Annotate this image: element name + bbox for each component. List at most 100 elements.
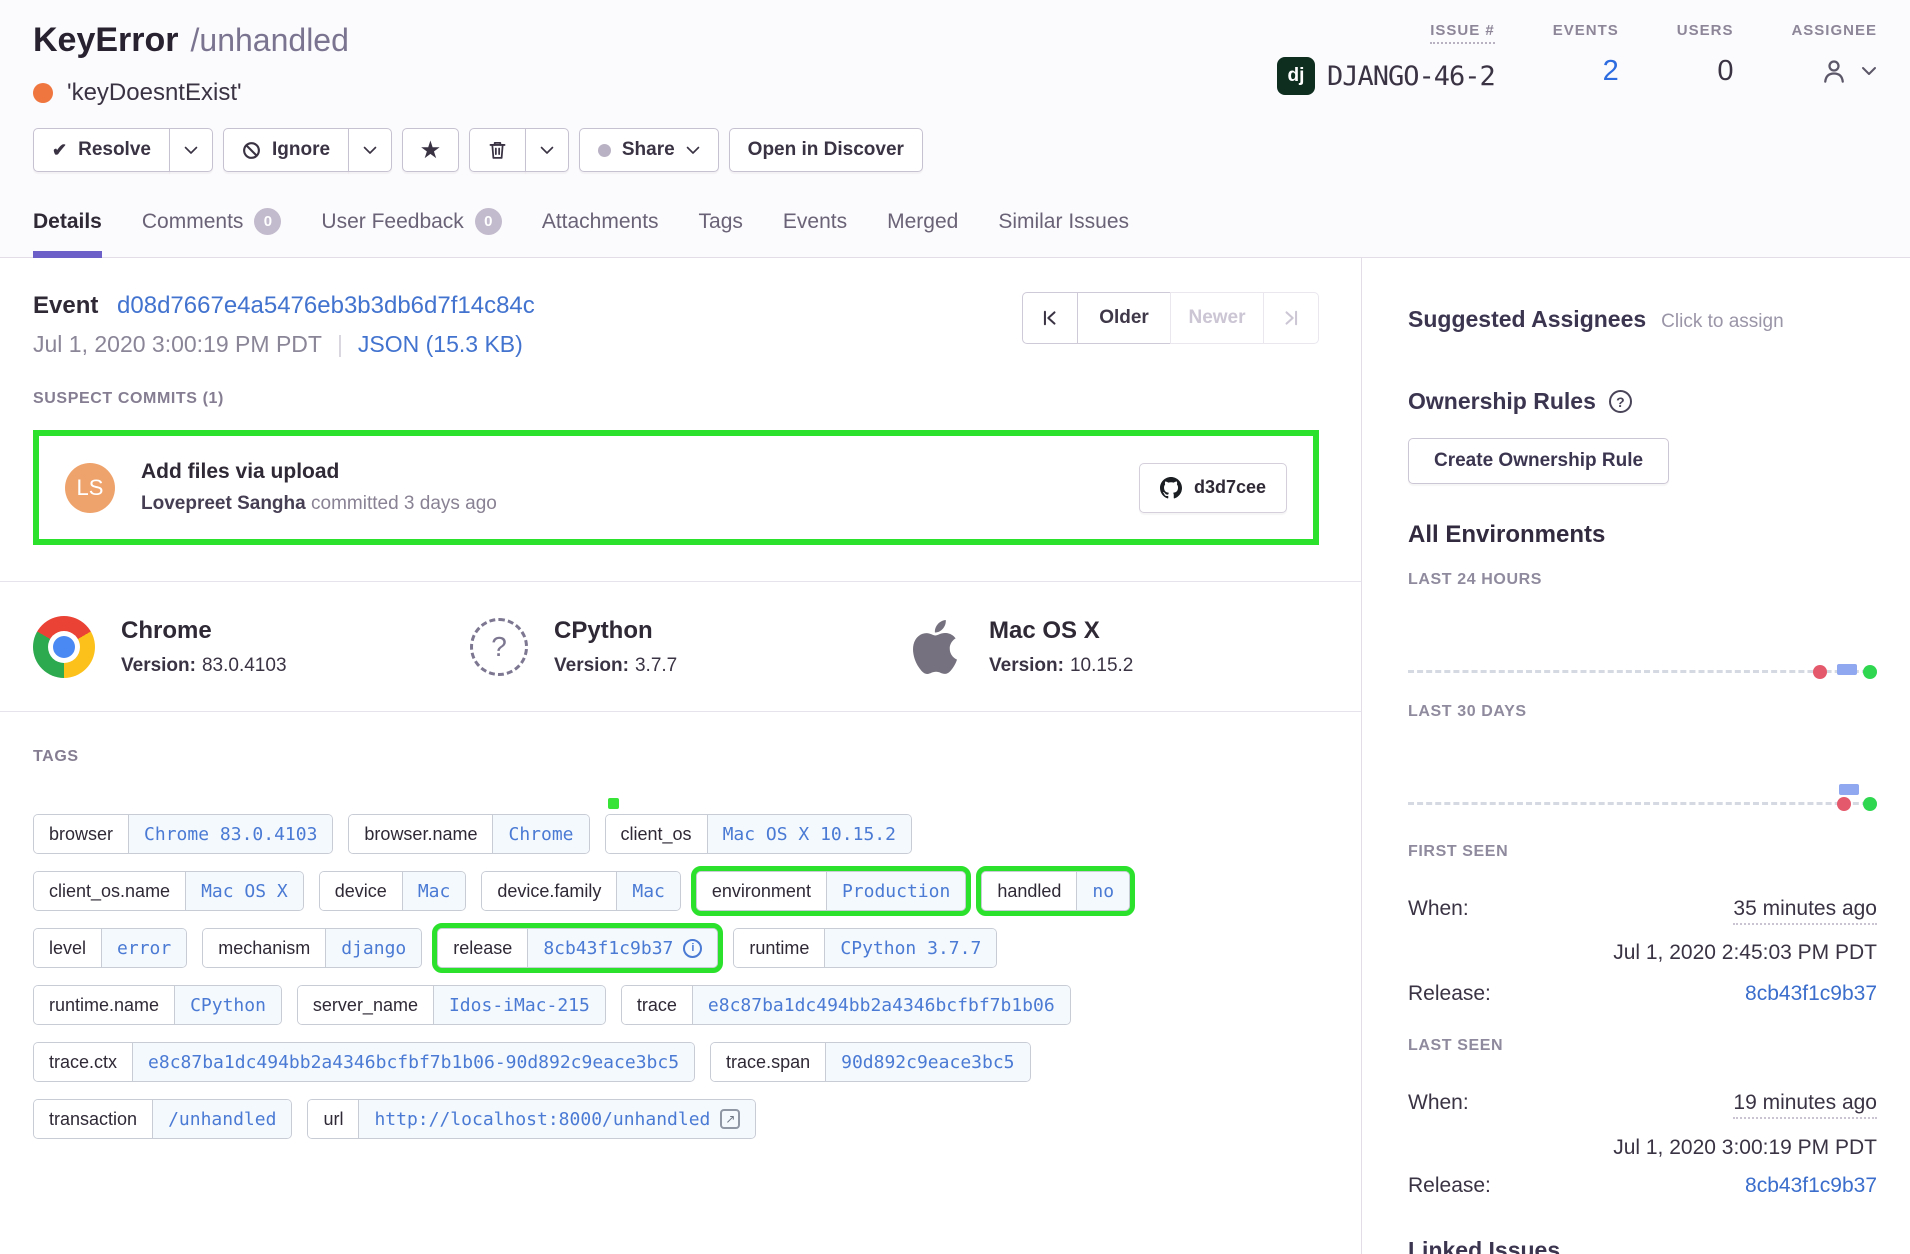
tag-key: mechanism (203, 929, 325, 967)
tag-value-link[interactable]: CPython 3.7.7 (824, 929, 996, 967)
tag-value-link[interactable]: Idos-iMac-215 (433, 986, 605, 1024)
tab-events[interactable]: Events (783, 208, 847, 258)
tag-mechanism: mechanism django (202, 928, 422, 968)
tag-rows: browser Chrome 83.0.4103 browser.name Ch… (33, 814, 1319, 1139)
help-question-icon[interactable]: ? (1609, 390, 1632, 413)
context-browser: Chrome Version:83.0.4103 (33, 616, 470, 678)
tag-key: browser (34, 815, 128, 853)
last-seen-heading: LAST SEEN (1408, 1037, 1877, 1055)
tab-merged[interactable]: Merged (887, 208, 958, 258)
event-json-link[interactable]: JSON (15.3 KB) (358, 331, 523, 358)
share-status-dot-icon (598, 144, 611, 157)
tag-row: trace.ctx e8c87ba1dc494bb2a4346bcfbf7b1b… (33, 1042, 1319, 1082)
context-name: CPython (554, 617, 677, 645)
older-event-button[interactable]: Older (1077, 292, 1171, 344)
tag-value-link[interactable]: Chrome (492, 815, 588, 853)
suggested-assignees-heading: Suggested Assignees (1408, 306, 1646, 333)
tag-value-link[interactable]: Mac (402, 872, 466, 910)
tag-browser: browser Chrome 83.0.4103 (33, 814, 333, 854)
last-24-hours-sparkline[interactable] (1408, 589, 1877, 681)
tag-transaction: transaction /unhandled (33, 1099, 292, 1139)
share-button[interactable]: Share (579, 128, 719, 172)
tag-server-name: server_name Idos-iMac-215 (297, 985, 606, 1025)
resolve-button-group: ✔ Resolve (33, 128, 213, 172)
tag-value-link[interactable]: http://localhost:8000/unhandled ↗ (358, 1100, 755, 1138)
suspect-commits-heading: SUSPECT COMMITS (1) (33, 390, 1319, 408)
users-count[interactable]: 0 (1717, 51, 1733, 91)
tag-key: runtime (734, 929, 824, 967)
annotation-green-dot (608, 798, 619, 809)
suggested-assignees: Suggested Assignees Click to assign (1408, 306, 1877, 333)
commit-sha-button[interactable]: d3d7cee (1139, 463, 1287, 513)
tab-similar-issues[interactable]: Similar Issues (998, 208, 1129, 258)
tag-trace-span: trace.span 90d892c9eace3bc5 (710, 1042, 1030, 1082)
tag-value-link[interactable]: django (325, 929, 421, 967)
users-label: USERS (1677, 22, 1734, 39)
commit-sha: d3d7cee (1194, 477, 1266, 498)
chevron-down-icon (686, 146, 700, 155)
tag-value-link[interactable]: 8cb43f1c9b37 i (527, 929, 717, 967)
tab-details[interactable]: Details (33, 208, 102, 258)
bookmark-star-button[interactable]: ★ (402, 128, 459, 172)
tab-tags[interactable]: Tags (699, 208, 743, 258)
delete-button[interactable] (469, 128, 526, 172)
delete-dropdown-button[interactable] (525, 128, 569, 172)
newer-event-button[interactable]: Newer (1170, 292, 1264, 344)
tab-attachments[interactable]: Attachments (542, 208, 659, 258)
tag-value-link[interactable]: Mac (616, 872, 680, 910)
first-seen-relative-time[interactable]: 35 minutes ago (1733, 897, 1877, 925)
tab-user-feedback[interactable]: User Feedback0 (321, 208, 501, 258)
create-ownership-rule-button[interactable]: Create Ownership Rule (1408, 438, 1669, 484)
context-version: 83.0.4103 (202, 655, 287, 676)
tag-value-link[interactable]: 90d892c9eace3bc5 (825, 1043, 1029, 1081)
stat-issue-number: ISSUE # dj DJANGO-46-2 (1277, 22, 1495, 96)
project-badge-icon: dj (1277, 57, 1315, 95)
tag-value-link[interactable]: error (101, 929, 186, 967)
error-level-dot (33, 83, 53, 103)
chevron-down-icon (540, 146, 554, 155)
tag-value-link[interactable]: Mac OS X (185, 872, 303, 910)
checkmark-icon: ✔ (52, 140, 67, 161)
tag-key: client_os.name (34, 872, 185, 910)
tag-trace-ctx: trace.ctx e8c87ba1dc494bb2a4346bcfbf7b1b… (33, 1042, 695, 1082)
tag-key: trace.span (711, 1043, 825, 1081)
error-marker-dot (1813, 665, 1827, 679)
tag-value-link[interactable]: Production (826, 872, 965, 910)
tag-value-link[interactable]: no (1076, 872, 1129, 910)
tag-value-link[interactable]: e8c87ba1dc494bb2a4346bcfbf7b1b06 (692, 986, 1070, 1024)
tag-trace: trace e8c87ba1dc494bb2a4346bcfbf7b1b06 (621, 985, 1071, 1025)
last-seen-release-link[interactable]: 8cb43f1c9b37 (1745, 1174, 1877, 1198)
ignore-dropdown-button[interactable] (348, 128, 392, 172)
tag-device: device Mac (319, 871, 467, 911)
external-link-icon[interactable]: ↗ (720, 1109, 740, 1129)
skip-to-latest-button[interactable] (1263, 292, 1319, 344)
tag-value-link[interactable]: e8c87ba1dc494bb2a4346bcfbf7b1b06-90d892c… (132, 1043, 694, 1081)
tag-value-link[interactable]: Chrome 83.0.4103 (128, 815, 332, 853)
tag-runtime: runtime CPython 3.7.7 (733, 928, 997, 968)
ignore-button[interactable]: Ignore (223, 128, 349, 172)
when-label: When: (1408, 1091, 1469, 1115)
event-id-link[interactable]: d08d7667e4a5476eb3b3db6d7f14c84c (117, 292, 535, 319)
oldest-event-button[interactable] (1022, 292, 1078, 344)
open-in-discover-button[interactable]: Open in Discover (729, 128, 923, 172)
last-30-days-sparkline[interactable] (1408, 721, 1877, 813)
suspect-commits-section: SUSPECT COMMITS (1) LS Add files via upl… (0, 390, 1361, 582)
tag-value-link[interactable]: CPython (174, 986, 281, 1024)
all-environments-heading: All Environments (1408, 521, 1877, 549)
info-icon[interactable]: i (683, 939, 702, 958)
assignee-selector[interactable] (1819, 51, 1877, 91)
tab-comments[interactable]: Comments0 (142, 208, 282, 258)
tag-value-link[interactable]: /unhandled (152, 1100, 291, 1138)
first-seen-release-link[interactable]: 8cb43f1c9b37 (1745, 982, 1877, 1006)
issue-number-value[interactable]: dj DJANGO-46-2 (1277, 56, 1495, 96)
resolve-button[interactable]: ✔ Resolve (33, 128, 170, 172)
issue-culprit: /unhandled (191, 22, 349, 58)
when-label: When: (1408, 897, 1469, 921)
tag-value-link[interactable]: Mac OS X 10.15.2 (707, 815, 911, 853)
issue-sidebar: Suggested Assignees Click to assign Owne… (1362, 258, 1910, 1254)
last-seen-relative-time[interactable]: 19 minutes ago (1733, 1091, 1877, 1119)
tag-key: runtime.name (34, 986, 174, 1024)
events-count[interactable]: 2 (1603, 51, 1619, 91)
resolve-dropdown-button[interactable] (169, 128, 213, 172)
stat-events: EVENTS 2 (1553, 22, 1619, 96)
